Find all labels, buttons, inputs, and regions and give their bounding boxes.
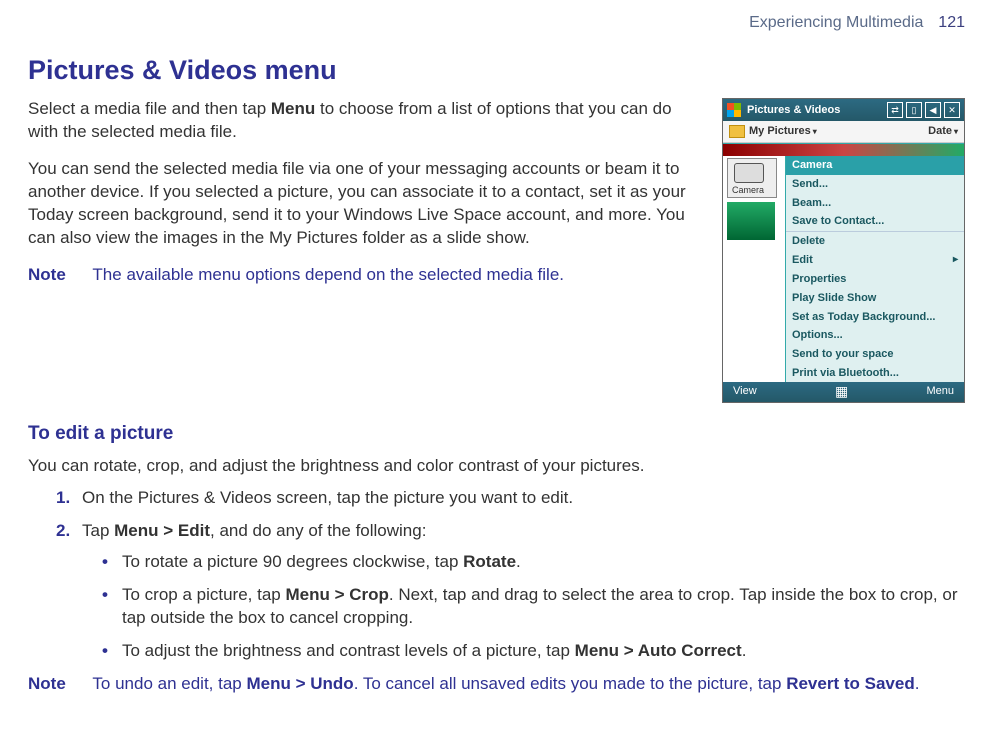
- image-thumbnail: [727, 202, 775, 240]
- footer-note: Note To undo an edit, tap Menu > Undo. T…: [28, 673, 965, 696]
- step-2: Tap Menu > Edit, and do any of the follo…: [28, 520, 965, 663]
- thumbnail-strip: [723, 143, 964, 156]
- menu-item-properties[interactable]: Properties: [786, 270, 964, 289]
- windows-flag-icon: [727, 103, 741, 117]
- bullet-crop: To crop a picture, tap Menu > Crop. Next…: [82, 584, 965, 630]
- intro-paragraph-2: You can send the selected media file via…: [28, 158, 704, 250]
- titlebar-status-icons: ⇄ ▯ ◀ ✕: [887, 102, 960, 118]
- menu-item-send-space[interactable]: Send to your space: [786, 345, 964, 364]
- menu-item-camera[interactable]: Camera: [786, 156, 964, 175]
- device-titlebar: Pictures & Videos ⇄ ▯ ◀ ✕: [723, 99, 964, 121]
- note-label: Note: [28, 673, 88, 696]
- sync-icon: ⇄: [887, 102, 903, 118]
- note-label: Note: [28, 264, 88, 287]
- intro-paragraph-1: Select a media file and then tap Menu to…: [28, 98, 704, 144]
- device-screenshot: Pictures & Videos ⇄ ▯ ◀ ✕ My Pictures▾ D…: [722, 98, 965, 403]
- chapter-title: Experiencing Multimedia: [749, 14, 923, 31]
- note-line: Note The available menu options depend o…: [28, 264, 704, 287]
- submenu-arrow-icon: ▸: [953, 253, 958, 267]
- chevron-down-icon: ▾: [813, 127, 817, 136]
- menu-item-slideshow[interactable]: Play Slide Show: [786, 289, 964, 308]
- menu-item-delete[interactable]: Delete: [786, 232, 964, 251]
- note-text: The available menu options depend on the…: [92, 265, 564, 284]
- intro-text-block: Select a media file and then tap Menu to…: [28, 98, 704, 403]
- subsection-heading: To edit a picture: [28, 421, 965, 447]
- menu-item-send[interactable]: Send...: [786, 175, 964, 194]
- bullet-rotate: To rotate a picture 90 degrees clockwise…: [82, 551, 965, 574]
- close-icon: ✕: [944, 102, 960, 118]
- camera-thumbnail: Camera: [727, 158, 777, 198]
- page-header: Experiencing Multimedia 121: [28, 12, 965, 34]
- edit-intro-paragraph: You can rotate, crop, and adjust the bri…: [28, 455, 965, 478]
- softkey-right[interactable]: Menu: [926, 384, 954, 399]
- chevron-down-icon: ▾: [954, 127, 958, 136]
- menu-item-today-bg[interactable]: Set as Today Background...: [786, 308, 964, 327]
- thumbnail-column: Camera: [723, 156, 785, 382]
- menu-item-edit[interactable]: Edit ▸: [786, 251, 964, 270]
- folder-name: My Pictures▾: [749, 124, 817, 139]
- menu-item-options[interactable]: Options...: [786, 326, 964, 345]
- menu-item-beam[interactable]: Beam...: [786, 194, 964, 213]
- device-softkey-bar: View ▦ Menu: [723, 382, 964, 402]
- softkey-center-icon[interactable]: ▦: [757, 382, 927, 401]
- signal-icon: ▯: [906, 102, 922, 118]
- menu-item-save-to-contact[interactable]: Save to Contact...: [786, 212, 964, 231]
- device-title-text: Pictures & Videos: [747, 103, 887, 118]
- folder-icon: [729, 125, 745, 138]
- speaker-icon: ◀: [925, 102, 941, 118]
- softkey-left[interactable]: View: [733, 384, 757, 399]
- page-number: 121: [938, 14, 965, 31]
- step-1: On the Pictures & Videos screen, tap the…: [28, 487, 965, 510]
- sort-mode: Date▾: [928, 124, 958, 139]
- bullet-autocorrect: To adjust the brightness and contrast le…: [82, 640, 965, 663]
- device-subbar: My Pictures▾ Date▾: [723, 121, 964, 143]
- section-heading: Pictures & Videos menu: [28, 52, 965, 88]
- context-menu: Camera Send... Beam... Save to Contact..…: [785, 156, 964, 382]
- menu-item-print-bt[interactable]: Print via Bluetooth...: [786, 364, 964, 383]
